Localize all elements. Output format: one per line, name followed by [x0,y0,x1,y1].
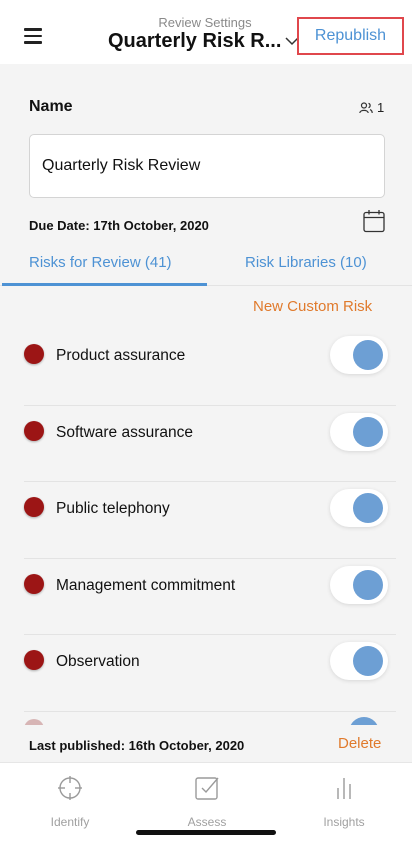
page-title[interactable]: Quarterly Risk R... [108,30,281,53]
header-subtitle: Review Settings [158,15,252,30]
risk-status-dot [24,344,44,364]
risk-row: Software assurance [24,406,396,483]
risk-label: Software assurance [56,423,193,441]
risk-status-dot [24,719,44,725]
risk-row: Management commitment [24,559,396,636]
risk-status-dot [24,650,44,671]
toggle-knob [353,646,383,677]
tab-risks-for-review[interactable]: Risks for Review (41) [29,254,172,271]
risk-status-dot [24,573,44,594]
tab-insights[interactable]: Insights [304,775,384,829]
risk-toggle[interactable] [330,489,388,528]
risk-label: Observation [56,653,140,671]
header-bar: Review Settings Quarterly Risk R... Repu… [0,0,412,64]
bar-chart-icon [337,778,351,799]
last-published-label: Last published: 16th October, 2020 [29,738,245,753]
calendar-icon[interactable] [363,209,385,233]
toggle-knob [353,340,383,370]
crosshair-icon [58,776,82,800]
toggle-knob [353,416,383,447]
risk-row: Product assurance [24,329,396,406]
delete-button[interactable]: Delete [338,735,381,752]
active-tab-indicator [2,283,207,286]
home-indicator [136,830,276,835]
toggle-knob[interactable] [349,717,379,725]
tab-identify[interactable]: Identify [30,775,110,829]
risk-toggle[interactable] [330,412,388,451]
risk-toggle[interactable] [330,336,388,374]
risk-toggle[interactable] [330,642,388,681]
tab-assess-label: Assess [187,815,227,829]
risk-toggle[interactable] [330,565,388,604]
participant-count: 1 [377,100,385,115]
risk-list: Product assurance Software assurance Pub… [0,329,412,712]
participants-indicator[interactable]: 1 [359,100,384,115]
risk-label: Public telephony [56,500,170,518]
users-icon [359,101,373,113]
republish-button[interactable]: Republish [297,17,404,55]
risk-label: Management commitment [56,576,236,594]
tab-identify-label: Identify [50,815,90,829]
due-date-label: Due Date: 17th October, 2020 [29,218,209,233]
name-label: Name [29,98,73,115]
risk-label: Product assurance [56,347,186,364]
publish-footer: Last published: 16th October, 2020 Delet… [0,726,412,762]
risk-status-dot [24,497,44,518]
risk-status-dot [24,420,44,441]
tab-assess[interactable]: Assess [167,775,247,829]
risk-row: Public telephony [24,482,396,559]
toggle-knob [353,569,383,600]
risk-row-partial [0,711,412,725]
tab-risk-libraries[interactable]: Risk Libraries (10) [245,254,367,271]
review-settings-content: Name 1 Due Date: 17th October, 2020 Risk… [0,64,412,762]
toggle-knob [353,493,383,524]
checkbox-icon [195,777,219,800]
review-name-input[interactable] [29,134,385,198]
menu-icon[interactable] [24,28,42,44]
risk-row: Observation [24,635,396,712]
new-custom-risk-button[interactable]: New Custom Risk [253,298,372,315]
tab-insights-label: Insights [323,815,365,829]
